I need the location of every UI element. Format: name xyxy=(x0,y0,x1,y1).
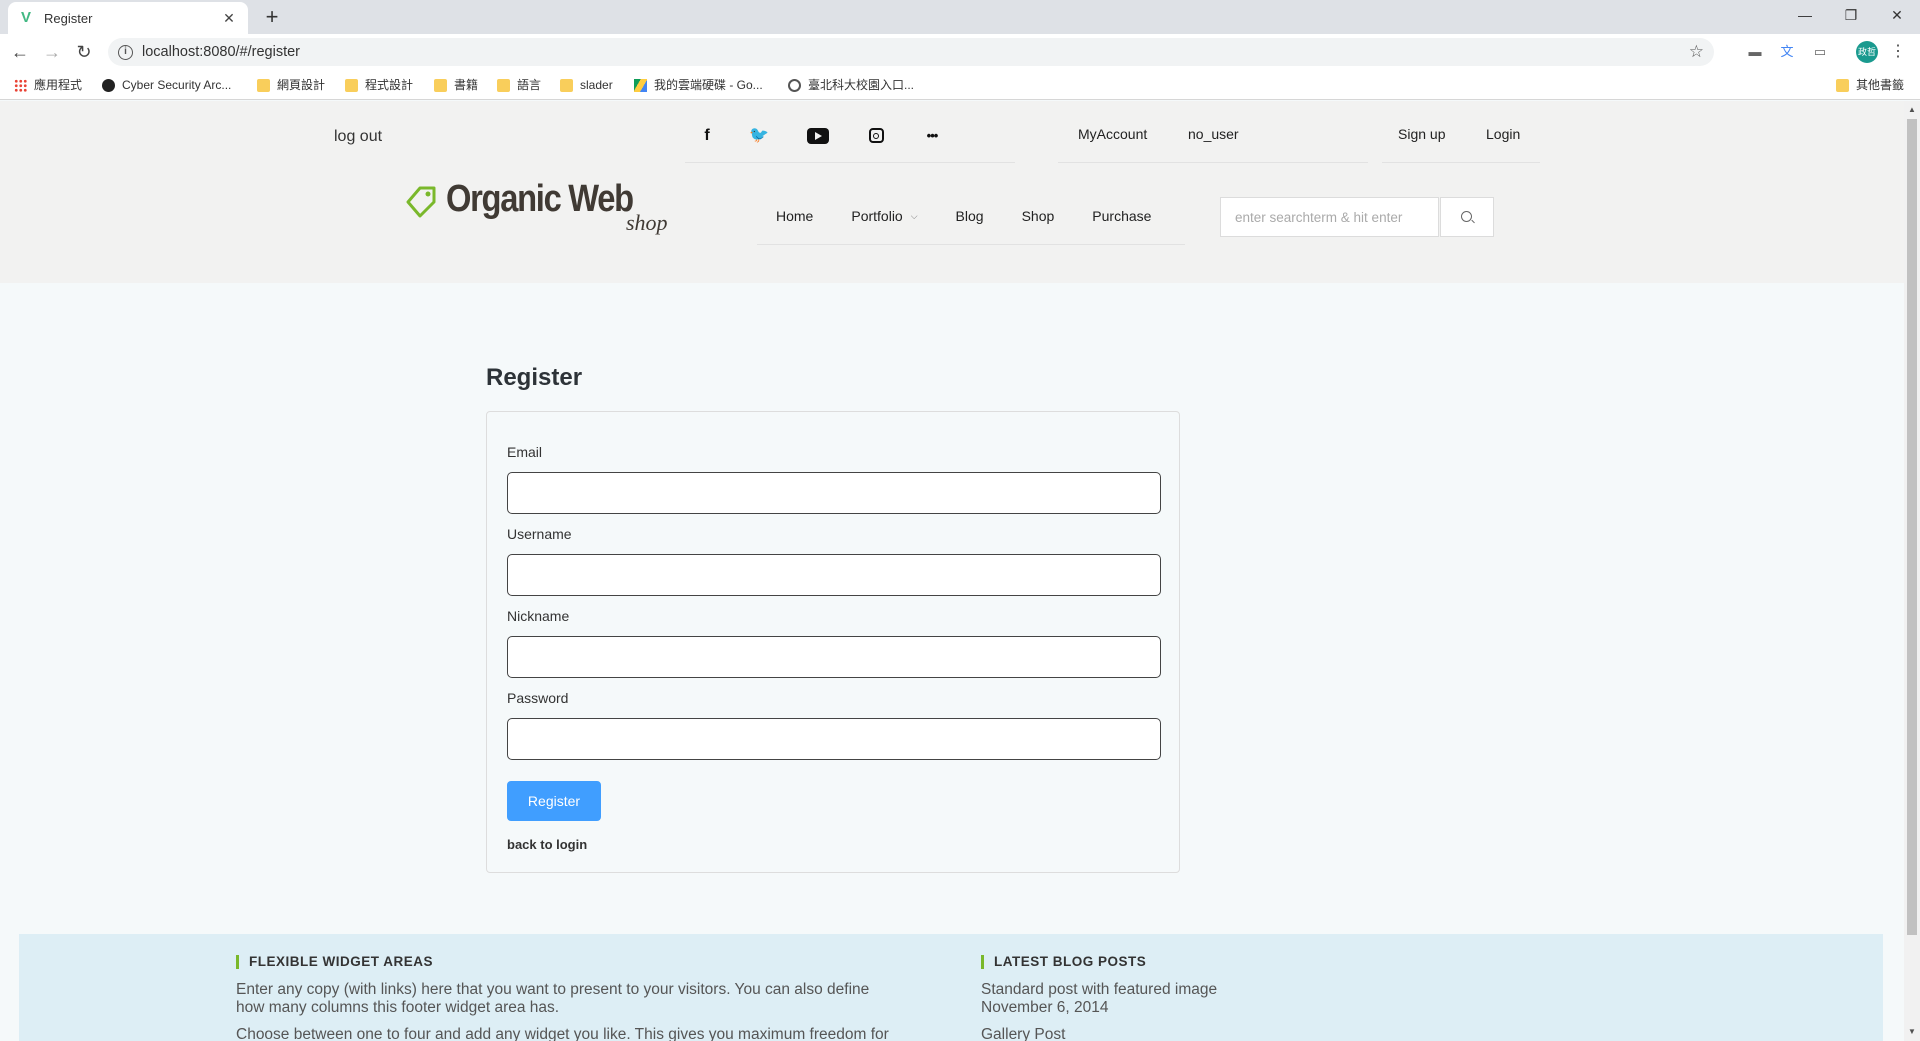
search-icon xyxy=(1461,211,1472,222)
reload-icon[interactable]: ↻ xyxy=(72,40,96,64)
current-user: no_user xyxy=(1188,126,1239,142)
bookmark-item[interactable]: 應用程式 xyxy=(14,76,82,94)
logo-brand: Organic Web xyxy=(446,178,634,220)
password-field[interactable] xyxy=(507,718,1161,760)
divider xyxy=(1382,162,1540,163)
main-nav: Home Portfolio ⌵ Blog Shop Purchase xyxy=(757,196,1170,236)
price-tag-icon xyxy=(406,186,436,218)
extension-icon[interactable]: ▬ xyxy=(1745,42,1765,62)
scrollbar[interactable]: ▲ ▼ xyxy=(1904,101,1920,1041)
facebook-icon[interactable]: f xyxy=(695,124,719,148)
instagram-icon[interactable] xyxy=(864,124,888,148)
myaccount-link[interactable]: MyAccount xyxy=(1078,126,1147,142)
site-logo[interactable]: Organic Web shop xyxy=(404,176,704,240)
bookmark-item[interactable]: slader xyxy=(560,76,613,94)
browser-tab-strip: V Register ✕ + — ❐ ✕ xyxy=(0,0,1920,34)
nav-portfolio[interactable]: Portfolio ⌵ xyxy=(832,196,936,236)
more-icon[interactable]: ••• xyxy=(920,124,944,148)
divider xyxy=(757,244,1185,245)
bookmark-item[interactable]: Cyber Security Arc... xyxy=(102,76,231,94)
site-icon xyxy=(102,78,115,92)
browser-menu-icon[interactable]: ⋮ xyxy=(1890,40,1906,64)
footer-widget-title: FLEXIBLE WIDGET AREAS xyxy=(236,955,433,969)
folder-icon xyxy=(1836,78,1849,92)
bookmarks-bar: 應用程式 Cyber Security Arc... 網頁設計 程式設計 書籍 … xyxy=(0,70,1920,100)
page-title: Register xyxy=(486,364,583,391)
email-label: Email xyxy=(507,444,543,460)
nav-shop[interactable]: Shop xyxy=(1003,196,1074,236)
restore-icon[interactable]: ❐ xyxy=(1828,0,1874,30)
info-icon[interactable]: i xyxy=(118,44,133,60)
username-label: Username xyxy=(507,526,572,542)
drive-icon xyxy=(634,78,647,92)
divider xyxy=(685,162,1015,163)
apps-icon xyxy=(14,78,27,92)
logo-sub: shop xyxy=(626,210,668,235)
footer-text: how many columns this footer widget area… xyxy=(236,999,560,1016)
login-link[interactable]: Login xyxy=(1486,126,1520,142)
close-icon[interactable]: ✕ xyxy=(220,10,238,27)
folder-icon xyxy=(497,78,510,92)
footer-text: Choose between one to four and add any w… xyxy=(236,1026,889,1041)
logout-link[interactable]: log out xyxy=(334,128,382,146)
site-header xyxy=(0,101,1904,283)
blog-post-date: November 6, 2014 xyxy=(981,999,1109,1016)
nav-purchase[interactable]: Purchase xyxy=(1073,196,1170,236)
bookmark-star-icon[interactable]: ☆ xyxy=(1689,42,1704,62)
blog-post-link[interactable]: Gallery Post xyxy=(981,1026,1065,1041)
username-field[interactable] xyxy=(507,554,1161,596)
blog-post-link[interactable]: Standard post with featured image xyxy=(981,981,1217,999)
divider xyxy=(1058,162,1368,163)
scrollbar-thumb[interactable] xyxy=(1907,119,1917,935)
search-button[interactable] xyxy=(1440,197,1494,237)
signup-link[interactable]: Sign up xyxy=(1398,126,1445,142)
bookmark-item[interactable]: 程式設計 xyxy=(345,76,413,94)
folder-icon xyxy=(345,78,358,92)
chevron-down-icon: ⌵ xyxy=(910,211,918,221)
twitter-icon[interactable]: 🐦 xyxy=(747,124,771,148)
bookmark-item[interactable]: 網頁設計 xyxy=(257,76,325,94)
folder-icon xyxy=(560,78,573,92)
back-to-login-link[interactable]: back to login xyxy=(507,837,587,852)
window-close-icon[interactable]: ✕ xyxy=(1874,0,1920,30)
nickname-field[interactable] xyxy=(507,636,1161,678)
nav-blog[interactable]: Blog xyxy=(937,196,1003,236)
browser-tab[interactable]: V Register ✕ xyxy=(8,2,248,34)
bookmark-item[interactable]: 語言 xyxy=(497,76,541,94)
email-field[interactable] xyxy=(507,472,1161,514)
tab-title: Register xyxy=(44,10,93,26)
profile-avatar[interactable]: 政哲 xyxy=(1856,41,1878,63)
search-input[interactable] xyxy=(1220,197,1439,237)
footer-widget-title: LATEST BLOG POSTS xyxy=(981,955,1146,969)
cast-icon[interactable]: ▭ xyxy=(1810,42,1830,62)
nickname-label: Nickname xyxy=(507,608,570,624)
url-text[interactable]: localhost:8080/#/register xyxy=(142,44,1689,60)
translate-icon[interactable]: 文 xyxy=(1777,42,1797,62)
new-tab-button[interactable]: + xyxy=(260,5,284,29)
bookmark-item[interactable]: 臺北科大校園入口... xyxy=(788,76,914,94)
scroll-down-icon[interactable]: ▼ xyxy=(1908,1027,1916,1036)
browser-toolbar: ← → ↻ i localhost:8080/#/register ☆ ▬ 文 … xyxy=(0,34,1920,70)
youtube-icon[interactable] xyxy=(806,124,830,148)
bookmark-item[interactable]: 我的雲端硬碟 - Go... xyxy=(634,76,763,94)
password-label: Password xyxy=(507,690,569,706)
nav-home[interactable]: Home xyxy=(757,196,832,236)
folder-icon xyxy=(257,78,270,92)
folder-icon xyxy=(434,78,447,92)
globe-icon xyxy=(788,78,801,92)
address-bar[interactable]: i localhost:8080/#/register ☆ xyxy=(108,38,1714,66)
back-arrow-icon[interactable]: ← xyxy=(8,40,32,64)
vue-favicon-icon: V xyxy=(20,9,31,26)
bookmark-item[interactable]: 書籍 xyxy=(434,76,478,94)
forward-arrow-icon[interactable]: → xyxy=(40,40,64,64)
minimize-icon[interactable]: — xyxy=(1782,0,1828,30)
footer-text: Enter any copy (with links) here that yo… xyxy=(236,981,870,998)
register-button[interactable]: Register xyxy=(507,781,601,821)
scroll-up-icon[interactable]: ▲ xyxy=(1908,105,1916,114)
other-bookmarks[interactable]: 其他書籤 xyxy=(1836,76,1904,94)
